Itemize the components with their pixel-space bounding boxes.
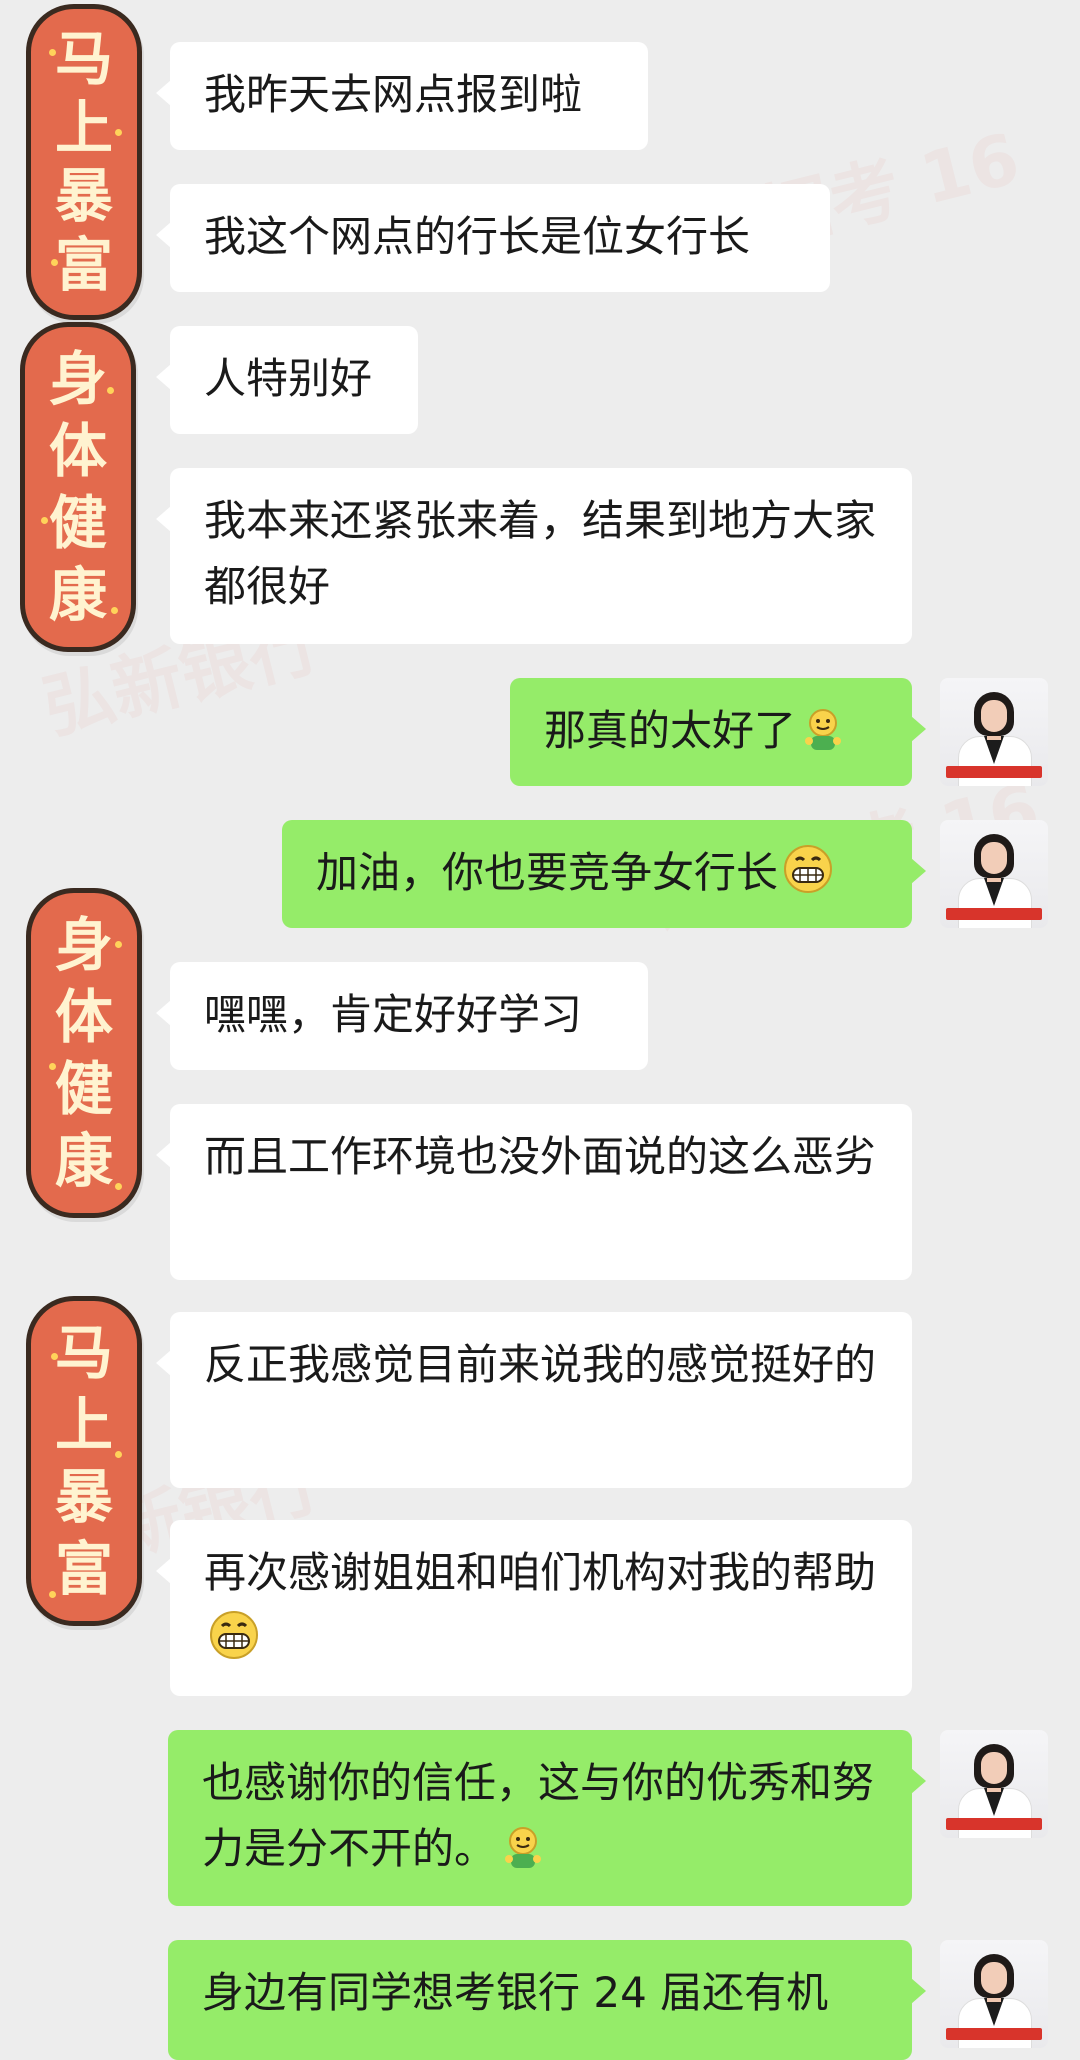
sticker-char: 身 <box>48 345 107 413</box>
sender-avatar-sticker[interactable]: 身 体 健 康 <box>26 888 142 1218</box>
sticker-char: 马 <box>54 25 113 94</box>
my-avatar[interactable] <box>940 1940 1048 2048</box>
message-bubble-incoming[interactable]: 我这个网点的行长是位女行长 <box>156 184 830 292</box>
sticker-char: 上 <box>54 1391 113 1459</box>
message-text: 那真的太好了 <box>544 706 797 755</box>
message-text: 我昨天去网点报到啦 <box>204 70 583 119</box>
sticker-char: 体 <box>48 417 107 485</box>
grin-emoji-icon <box>784 845 833 893</box>
sticker-char: 身 <box>54 911 113 979</box>
sticker-char: 健 <box>54 1055 113 1123</box>
sticker-char: 上 <box>54 93 113 162</box>
sticker-char: 马 <box>54 1319 113 1387</box>
sticker-char: 体 <box>54 983 113 1051</box>
sticker-char: 健 <box>48 489 107 557</box>
sticker-char: 暴 <box>54 1463 113 1531</box>
message-bubble-incoming[interactable]: 我本来还紧张来着，结果到地方大家都很好 <box>156 468 912 644</box>
message-bubble-incoming[interactable]: 反正我感觉目前来说我的感觉挺好的 <box>156 1312 912 1488</box>
thumbs-up-emoji-icon <box>805 709 842 750</box>
sender-avatar-sticker[interactable]: 马 上 暴 富 <box>26 1296 142 1626</box>
message-bubble-incoming[interactable]: 嘿嘿，肯定好好学习 <box>156 962 648 1070</box>
my-avatar[interactable] <box>940 1730 1048 1838</box>
chat-history[interactable]: 银行招考 16 弘新银行 银行招考 16 弘新银行 招考 16 马 上 暴 富 … <box>0 0 1080 2060</box>
message-text: 我这个网点的行长是位女行长 <box>204 212 751 261</box>
message-bubble-outgoing[interactable]: 那真的太好了 <box>510 678 926 786</box>
message-text: 而且工作环境也没外面说的这么恶劣 <box>204 1132 877 1181</box>
message-text: 人特别好 <box>204 354 373 403</box>
my-avatar[interactable] <box>940 820 1048 928</box>
grin-emoji-icon <box>210 1611 258 1659</box>
sticker-char: 富 <box>54 230 113 299</box>
message-text: 再次感谢姐姐和咱们机构对我的帮助 <box>204 1548 877 1597</box>
message-bubble-outgoing[interactable]: 加油，你也要竞争女行长 <box>282 820 926 928</box>
message-text: 嘿嘿，肯定好好学习 <box>204 990 583 1039</box>
message-text: 加油，你也要竞争女行长 <box>316 848 779 897</box>
my-avatar[interactable] <box>940 678 1048 786</box>
message-text: 反正我感觉目前来说我的感觉挺好的 <box>204 1340 877 1389</box>
sender-avatar-sticker[interactable]: 马 上 暴 富 <box>26 4 142 320</box>
message-bubble-incoming[interactable]: 我昨天去网点报到啦 <box>156 42 648 150</box>
sender-avatar-sticker[interactable]: 身 体 健 康 <box>20 322 136 652</box>
message-bubble-incoming[interactable]: 再次感谢姐姐和咱们机构对我的帮助 <box>156 1520 912 1696</box>
sticker-char: 康 <box>48 561 107 629</box>
message-bubble-incoming[interactable]: 人特别好 <box>156 326 418 434</box>
message-bubble-outgoing[interactable]: 也感谢你的信任，这与你的优秀和努力是分不开的。 <box>168 1730 926 1906</box>
message-bubble-outgoing[interactable]: 身边有同学想考银行 24 届还有机 <box>168 1940 926 2060</box>
thumbs-up-emoji-icon <box>505 1827 542 1868</box>
message-bubble-incoming[interactable]: 而且工作环境也没外面说的这么恶劣 <box>156 1104 912 1280</box>
message-text: 我本来还紧张来着，结果到地方大家都很好 <box>204 496 877 611</box>
sticker-char: 暴 <box>54 162 113 231</box>
message-text: 身边有同学想考银行 24 届还有机 <box>202 1968 829 2017</box>
sticker-char: 富 <box>54 1535 113 1603</box>
sticker-char: 康 <box>54 1127 113 1195</box>
